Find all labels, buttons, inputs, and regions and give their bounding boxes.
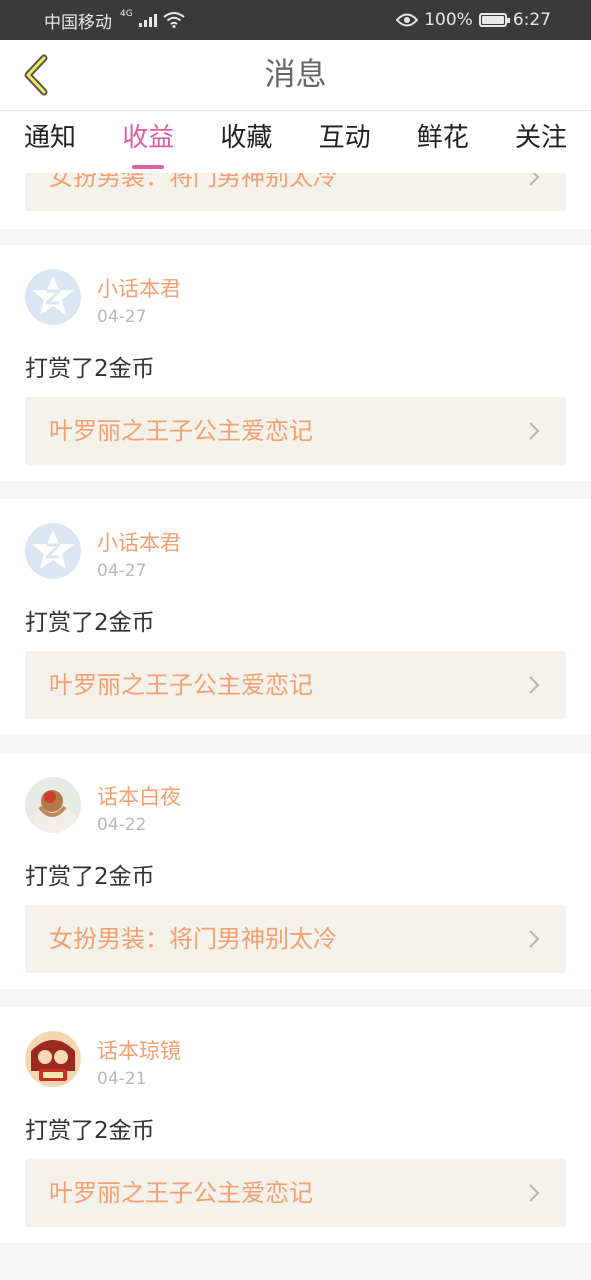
tab-flowers[interactable]: 鲜花 xyxy=(417,111,469,173)
list-item: 话本琼镜 04-21 打赏了2金币 叶罗丽之王子公主爱恋记 xyxy=(0,1007,591,1243)
chevron-right-icon xyxy=(529,930,540,948)
chevron-right-icon xyxy=(529,173,540,186)
message-date: 04-27 xyxy=(97,561,147,581)
book-title: 叶罗丽之王子公主爱恋记 xyxy=(49,1179,313,1207)
avatar[interactable] xyxy=(25,777,81,833)
status-bar: 中国移动 4G 100% 6:27 xyxy=(0,0,591,40)
username[interactable]: 小话本君 xyxy=(97,273,181,303)
signal-icon xyxy=(138,13,157,27)
book-link[interactable]: 女扮男装：将门男神别太冷 xyxy=(25,173,566,211)
book-link[interactable]: 女扮男装：将门男神别太冷 xyxy=(25,905,566,973)
avatar[interactable] xyxy=(25,523,81,579)
list-item: 话本白夜 04-22 打赏了2金币 女扮男装：将门男神别太冷 xyxy=(0,753,591,989)
message-date: 04-21 xyxy=(97,1069,147,1089)
book-title: 女扮男装：将门男神别太冷 xyxy=(49,925,337,953)
book-link[interactable]: 叶罗丽之王子公主爱恋记 xyxy=(25,651,566,719)
book-title: 叶罗丽之王子公主爱恋记 xyxy=(49,417,313,445)
avatar[interactable] xyxy=(25,1031,81,1087)
username[interactable]: 话本琼镜 xyxy=(97,1035,181,1065)
message-text: 打赏了2金币 xyxy=(25,610,155,636)
chevron-right-icon xyxy=(529,422,540,440)
message-text: 打赏了2金币 xyxy=(25,356,155,382)
carrier-label: 中国移动 xyxy=(44,12,112,33)
chevron-right-icon xyxy=(529,676,540,694)
eye-icon xyxy=(396,13,419,27)
list-item: 女扮男装：将门男神别太冷 xyxy=(0,173,591,229)
z-star-avatar-icon xyxy=(25,269,81,325)
network-type: 4G xyxy=(120,9,133,19)
list-item: 小话本君 04-27 打赏了2金币 叶罗丽之王子公主爱恋记 xyxy=(0,499,591,735)
tab-favorites[interactable]: 收藏 xyxy=(220,111,272,173)
tab-earnings[interactable]: 收益 xyxy=(122,111,174,173)
status-bar-left: 中国移动 4G xyxy=(44,8,185,33)
book-link[interactable]: 叶罗丽之王子公主爱恋记 xyxy=(25,1159,566,1227)
username[interactable]: 话本白夜 xyxy=(97,781,181,811)
chevron-right-icon xyxy=(529,1184,540,1202)
list-item: 小话本君 04-27 打赏了2金币 叶罗丽之王子公主爱恋记 xyxy=(0,245,591,481)
book-title: 叶罗丽之王子公主爱恋记 xyxy=(49,671,313,699)
message-date: 04-27 xyxy=(97,307,147,327)
screen: 中国移动 4G 100% 6:27 消息 通知 收益 收藏 互动 鲜花 关注 女… xyxy=(0,0,591,1280)
wifi-icon xyxy=(163,12,185,28)
battery-icon xyxy=(478,13,510,27)
tab-following[interactable]: 关注 xyxy=(515,111,567,173)
illustration-avatar-icon xyxy=(25,1031,81,1087)
message-list[interactable]: 女扮男装：将门男神别太冷 小话本君 04-27 打赏了2金币 叶罗丽之王子公主爱… xyxy=(0,173,591,1280)
app-header: 消息 xyxy=(0,40,591,111)
tab-notifications[interactable]: 通知 xyxy=(24,111,76,173)
tab-bar: 通知 收益 收藏 互动 鲜花 关注 xyxy=(0,111,591,173)
photo-avatar-icon xyxy=(25,777,81,833)
message-date: 04-22 xyxy=(97,815,147,835)
book-title: 女扮男装：将门男神别太冷 xyxy=(49,173,337,191)
clock: 6:27 xyxy=(512,10,551,30)
message-text: 打赏了2金币 xyxy=(25,864,155,890)
username[interactable]: 小话本君 xyxy=(97,527,181,557)
status-bar-right: 100% 6:27 xyxy=(396,10,551,30)
battery-percent: 100% xyxy=(424,10,473,30)
page-title: 消息 xyxy=(264,57,327,93)
message-text: 打赏了2金币 xyxy=(25,1118,155,1144)
book-link[interactable]: 叶罗丽之王子公主爱恋记 xyxy=(25,397,566,465)
tab-interactions[interactable]: 互动 xyxy=(319,111,371,173)
z-star-avatar-icon xyxy=(25,523,81,579)
avatar[interactable] xyxy=(25,269,81,325)
